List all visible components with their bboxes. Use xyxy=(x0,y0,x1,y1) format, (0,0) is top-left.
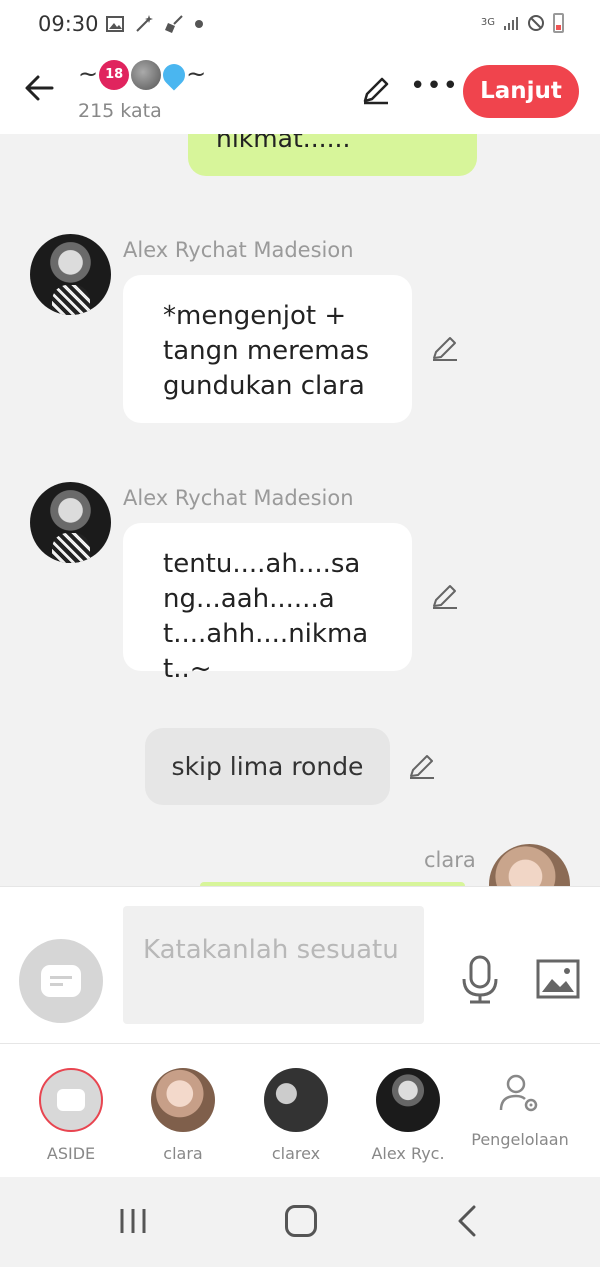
magic-wand-icon xyxy=(136,15,153,32)
tab-clarex[interactable]: clarex xyxy=(241,1044,351,1178)
tab-label: clara xyxy=(163,1144,203,1163)
tab-alex[interactable]: Alex Ryc. xyxy=(353,1044,463,1178)
do-not-disturb-icon xyxy=(528,15,544,31)
no-under-18-emoji: 18 xyxy=(99,60,130,90)
sender-name: Alex Rychat Madesion xyxy=(123,486,354,510)
avatar-alex xyxy=(376,1068,440,1132)
sender-name: Alex Rychat Madesion xyxy=(123,238,354,262)
own-message-bubble[interactable]: nikmat...... xyxy=(188,134,477,176)
microphone-icon[interactable] xyxy=(460,955,500,1005)
avatar-clara xyxy=(151,1068,215,1132)
tab-management[interactable]: Pengelolaan xyxy=(465,1044,575,1178)
broom-icon xyxy=(165,15,183,33)
more-options-button[interactable]: ••• xyxy=(410,73,459,99)
tab-label: clarex xyxy=(271,1144,321,1163)
home-icon[interactable] xyxy=(285,1205,317,1237)
gallery-icon xyxy=(106,16,124,32)
tab-label: Pengelolaan xyxy=(471,1130,569,1149)
avatar-alex[interactable] xyxy=(30,482,111,563)
narration-bubble[interactable]: skip lima ronde xyxy=(145,728,390,805)
battery-icon xyxy=(553,13,564,33)
aside-icon xyxy=(41,965,81,997)
edit-message-icon[interactable] xyxy=(430,333,460,363)
aside-toggle-button[interactable] xyxy=(19,939,103,1023)
edit-message-icon[interactable] xyxy=(430,581,460,611)
sweat-droplets-emoji xyxy=(158,59,190,91)
status-left-icons xyxy=(106,14,204,34)
system-nav-bar xyxy=(0,1177,600,1267)
tab-label: ASIDE xyxy=(46,1144,96,1163)
back-nav-icon[interactable] xyxy=(456,1205,478,1237)
chat-area[interactable]: nikmat...... Alex Rychat Madesion *menge… xyxy=(0,134,600,886)
edit-pencil-icon[interactable] xyxy=(360,74,392,106)
avatar-clarex xyxy=(264,1068,328,1132)
back-arrow-icon[interactable] xyxy=(22,70,58,106)
dot-icon xyxy=(195,20,203,28)
status-time: 09:30 xyxy=(38,12,99,36)
tab-clara[interactable]: clara xyxy=(128,1044,238,1178)
recent-apps-icon[interactable] xyxy=(118,1207,148,1235)
sender-name-clara: clara xyxy=(424,848,476,872)
status-right-icons: 3G xyxy=(481,13,564,33)
story-title: ~18 ~ xyxy=(78,59,206,91)
message-input[interactable] xyxy=(123,906,424,1024)
input-bar xyxy=(0,886,600,1043)
signal-icon xyxy=(504,17,518,30)
app-header: ~18 ~ 215 kata ••• Lanjut xyxy=(0,50,600,134)
person-settings-icon xyxy=(499,1074,538,1112)
word-count: 215 kata xyxy=(78,100,162,122)
message-bubble[interactable]: *mengenjot + tangn meremas gundukan clar… xyxy=(123,275,412,423)
tab-aside[interactable]: ASIDE xyxy=(16,1044,126,1178)
tab-label: Alex Ryc. xyxy=(371,1144,445,1163)
avatar-alex[interactable] xyxy=(30,234,111,315)
character-tabbar: ASIDE clara clarex Alex Ryc. Pengelolaan xyxy=(0,1043,600,1177)
network-type: 3G xyxy=(480,17,495,28)
image-upload-icon[interactable] xyxy=(536,959,580,999)
avatar-clara[interactable] xyxy=(489,844,570,886)
new-moon-face-emoji xyxy=(131,60,162,90)
message-bubble[interactable]: tentu....ah....sang...aah......at....ahh… xyxy=(123,523,412,684)
aside-icon xyxy=(39,1068,103,1132)
continue-button[interactable]: Lanjut xyxy=(463,65,579,118)
edit-narration-icon[interactable] xyxy=(407,751,437,781)
status-bar: 09:30 3G xyxy=(0,0,600,50)
